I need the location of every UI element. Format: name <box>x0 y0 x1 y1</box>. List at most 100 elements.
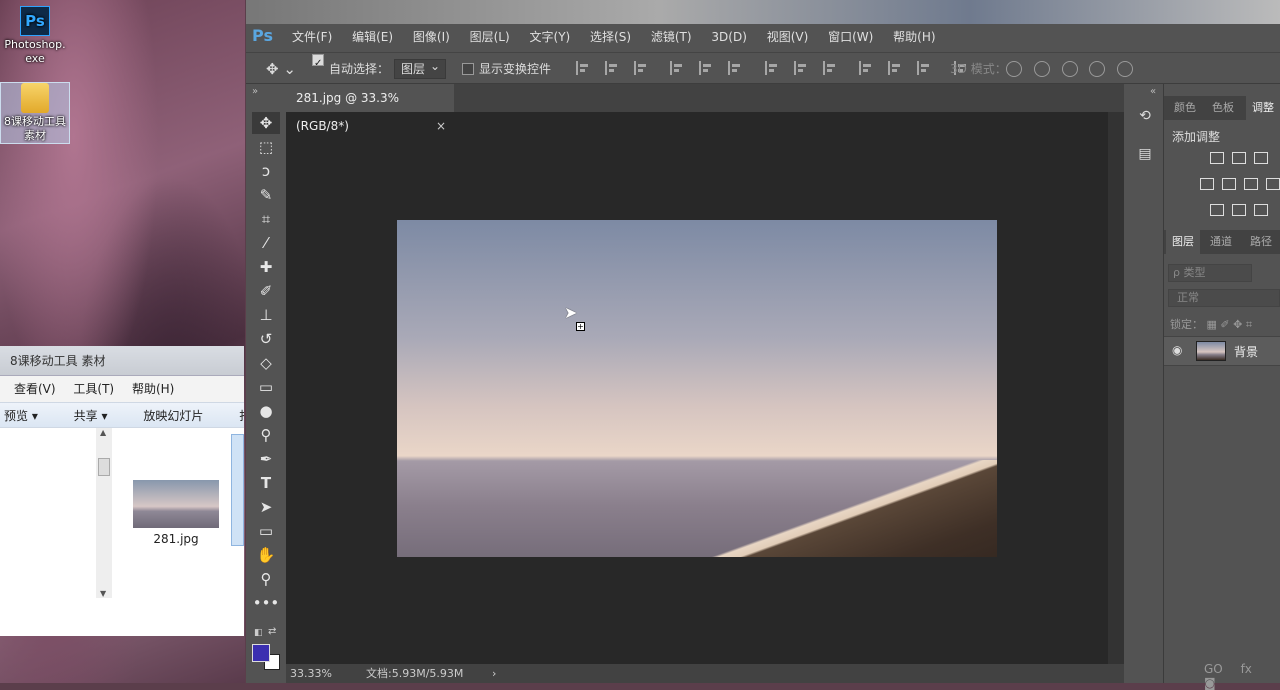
menu-tools[interactable]: 工具(T) <box>73 382 114 396</box>
align-vcenter-icon[interactable] <box>604 61 619 75</box>
show-transform-checkbox[interactable] <box>462 63 474 75</box>
foreground-color-swatch[interactable] <box>252 644 270 662</box>
clone-stamp-tool-icon[interactable]: ⊥ <box>252 304 280 326</box>
eraser-tool-icon[interactable]: ◇ <box>252 352 280 374</box>
align-bottom-icon[interactable] <box>633 61 648 75</box>
distribute-bottom-icon[interactable] <box>822 61 837 75</box>
invert-icon[interactable] <box>1210 204 1224 216</box>
zoom-tool-icon[interactable]: ⚲ <box>252 568 280 590</box>
posterize-icon[interactable] <box>1232 204 1246 216</box>
history-brush-tool-icon[interactable]: ↺ <box>252 328 280 350</box>
healing-brush-tool-icon[interactable]: ✚ <box>252 256 280 278</box>
menu-view[interactable]: 查看(V) <box>14 382 56 396</box>
eye-icon[interactable]: ◉ <box>1172 343 1182 357</box>
canvas-scrollbar[interactable] <box>1108 112 1124 664</box>
gradient-map-icon[interactable] <box>1254 204 1268 216</box>
properties-panel-icon[interactable]: ▤ <box>1136 146 1154 164</box>
roll-3d-icon[interactable] <box>1033 61 1050 77</box>
close-tab-icon[interactable]: × <box>436 112 446 140</box>
menu-select[interactable]: 选择(S) <box>590 30 631 44</box>
move-tool-icon[interactable]: ✥ <box>252 112 280 134</box>
slideshow-button[interactable]: 放映幻灯片 <box>143 409 203 423</box>
default-colors-icon[interactable]: ◧ <box>254 628 263 638</box>
status-menu-arrow[interactable]: › <box>492 664 496 683</box>
lock-position-icon[interactable]: ✥ <box>1233 318 1242 331</box>
tab-color[interactable]: 颜色 <box>1174 96 1196 120</box>
gradient-tool-icon[interactable]: ▭ <box>252 376 280 398</box>
tab-adjustments[interactable]: 调整 <box>1246 96 1280 120</box>
levels-icon[interactable] <box>1232 152 1246 164</box>
zoom-level[interactable]: 33.33% <box>290 664 332 683</box>
menu-file[interactable]: 文件(F) <box>292 30 332 44</box>
lock-paint-icon[interactable]: ✐ <box>1220 318 1229 331</box>
crop-tool-icon[interactable]: ⌗ <box>252 208 280 230</box>
dodge-tool-icon[interactable]: ⚲ <box>252 424 280 446</box>
menu-window[interactable]: 窗口(W) <box>828 30 873 44</box>
slide-3d-icon[interactable] <box>1089 61 1106 77</box>
layer-filter-select[interactable]: ρ 类型 <box>1168 264 1252 282</box>
align-top-icon[interactable] <box>576 61 590 75</box>
swap-colors-icon[interactable]: ⇄ <box>268 626 276 637</box>
nav-scrollbar[interactable]: ▲ ▼ <box>96 428 112 598</box>
menu-type[interactable]: 文字(Y) <box>530 30 571 44</box>
more-tools-icon[interactable]: ••• <box>252 592 280 614</box>
blend-mode-select[interactable]: 正常 <box>1168 289 1280 307</box>
distribute-hcenter-icon[interactable] <box>888 61 902 75</box>
blur-tool-icon[interactable]: ● <box>252 400 280 422</box>
marquee-tool-icon[interactable]: ⬚ <box>252 136 280 158</box>
eyedropper-tool-icon[interactable]: ⁄ <box>252 232 280 254</box>
auto-select-dropdown[interactable]: 图层 <box>394 53 447 85</box>
add-mask-icon[interactable]: ◙ <box>1204 676 1216 690</box>
curves-icon[interactable] <box>1254 152 1268 164</box>
menu-3d[interactable]: 3D(D) <box>711 30 746 44</box>
pen-tool-icon[interactable]: ✒ <box>252 448 280 470</box>
desktop-icon-folder[interactable]: 8课移动工具 素材 <box>0 82 70 144</box>
file-thumbnail[interactable] <box>133 480 219 528</box>
photo-filter-icon[interactable] <box>1266 178 1280 190</box>
lock-pixels-icon[interactable]: ▦ <box>1207 318 1217 331</box>
layer-row[interactable]: ◉ 背景 <box>1164 336 1280 366</box>
menu-help[interactable]: 帮助(H) <box>132 382 174 396</box>
history-panel-icon[interactable]: ⟲ <box>1136 108 1154 126</box>
rectangle-tool-icon[interactable]: ▭ <box>252 520 280 542</box>
share-button[interactable]: 共享 ▾ <box>74 409 108 423</box>
vibrance-icon[interactable] <box>1200 178 1214 190</box>
brightness-icon[interactable] <box>1210 152 1224 164</box>
menu-view[interactable]: 视图(V) <box>767 30 809 44</box>
distribute-right-icon[interactable] <box>917 61 931 75</box>
scrollbar-thumb[interactable] <box>98 458 110 476</box>
menu-filter[interactable]: 滤镜(T) <box>651 30 692 44</box>
black-white-icon[interactable] <box>1244 178 1258 190</box>
menu-help[interactable]: 帮助(H) <box>893 30 935 44</box>
auto-select-option[interactable]: 自动选择： <box>312 53 389 85</box>
document-tab[interactable]: 281.jpg @ 33.3%(RGB/8*) × <box>286 84 454 133</box>
preview-button[interactable]: 预览 ▾ <box>4 409 38 423</box>
toolbar-collapse-icon[interactable]: » <box>252 86 258 97</box>
align-left-icon[interactable] <box>670 61 684 75</box>
print-button[interactable]: 打印 <box>239 409 244 423</box>
move-tool-preset-icon[interactable]: ✥ ⌄ <box>266 53 296 85</box>
type-tool-icon[interactable]: T <box>252 472 280 494</box>
panels-collapse-icon[interactable]: « <box>1150 86 1156 97</box>
lock-artboard-icon[interactable]: ⌗ <box>1246 318 1252 331</box>
align-hcenter-icon[interactable] <box>699 61 713 75</box>
auto-select-value[interactable]: 图层 <box>394 57 447 79</box>
explorer-titlebar[interactable]: 8课移动工具 素材 <box>0 346 244 376</box>
tab-swatches[interactable]: 色板 <box>1212 96 1234 120</box>
layer-style-icon[interactable]: fx <box>1241 662 1252 676</box>
menu-edit[interactable]: 编辑(E) <box>352 30 393 44</box>
distribute-vcenter-icon[interactable] <box>793 61 808 75</box>
file-label[interactable]: 281.jpg <box>133 532 219 546</box>
path-select-tool-icon[interactable]: ➤ <box>252 496 280 518</box>
distribute-left-icon[interactable] <box>859 61 873 75</box>
tab-paths[interactable]: 路径 <box>1250 230 1272 254</box>
lasso-tool-icon[interactable]: ↄ <box>252 160 280 182</box>
scroll-up-icon[interactable]: ▲ <box>100 428 106 437</box>
file-thumbnail-partial[interactable] <box>231 434 244 546</box>
distribute-top-icon[interactable] <box>764 61 779 75</box>
brush-tool-icon[interactable]: ✐ <box>252 280 280 302</box>
desktop-icon-photoshop[interactable]: Ps Photoshop. exe <box>0 6 70 66</box>
tab-layers[interactable]: 图层 <box>1166 230 1200 254</box>
hue-saturation-icon[interactable] <box>1222 178 1236 190</box>
orbit-3d-icon[interactable] <box>1006 61 1022 77</box>
